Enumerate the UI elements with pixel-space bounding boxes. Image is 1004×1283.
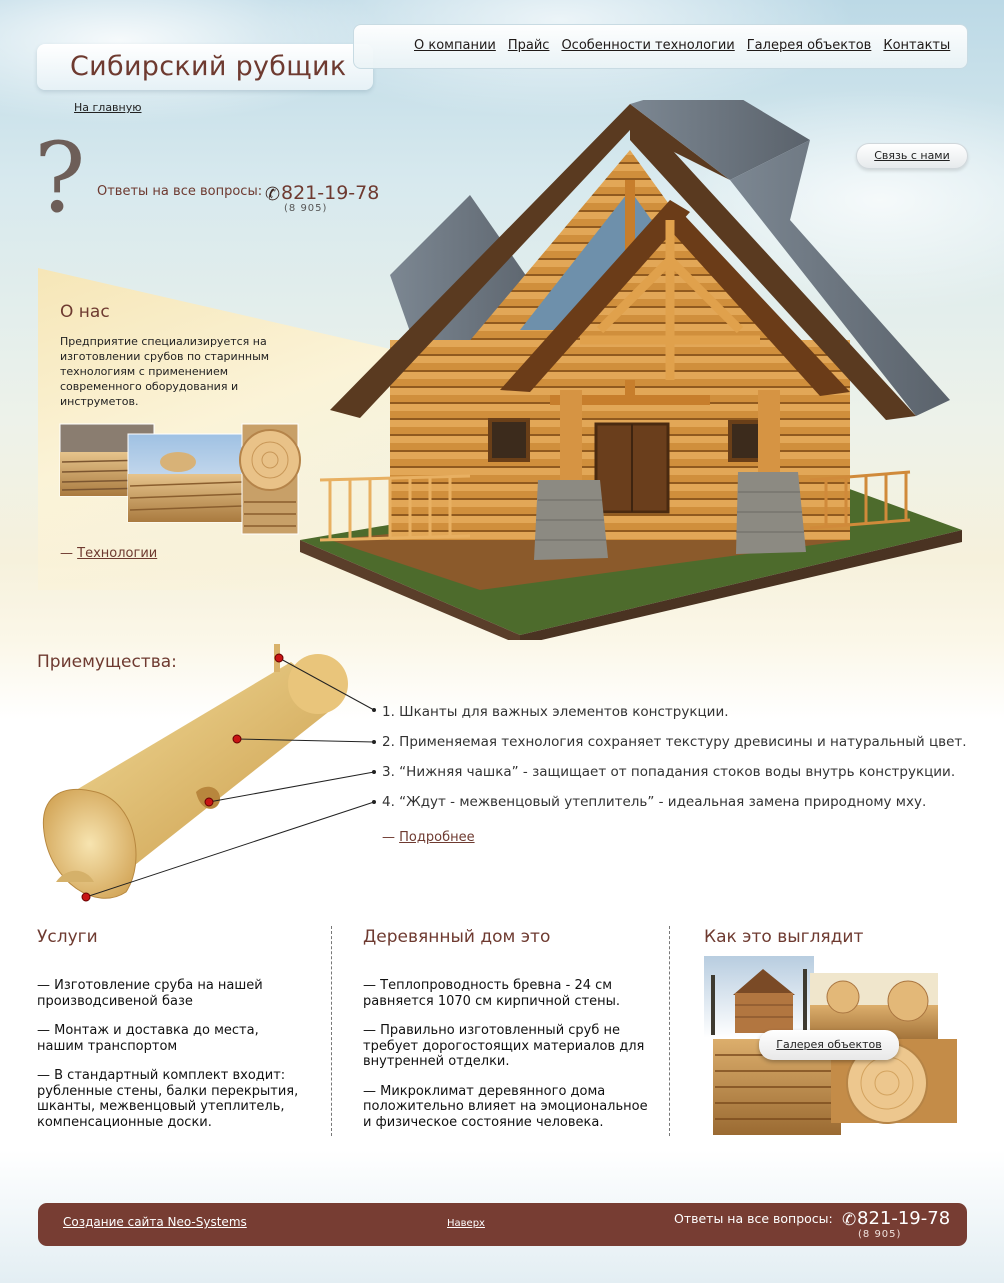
wooden-house-item: — Правильно изготовленный сруб не требуе… [363, 1023, 645, 1069]
column-divider [331, 926, 332, 1136]
about-photo-2[interactable] [127, 433, 245, 523]
services-title: Услуги [37, 927, 98, 947]
gallery-button[interactable]: Галерея объектов [759, 1030, 899, 1060]
services-list: — Изготовление сруба на нашей производси… [37, 978, 307, 1144]
question-mark-icon: ? [34, 122, 86, 234]
column-divider [669, 926, 670, 1136]
phone-icon: ✆ [265, 184, 281, 205]
link-dash: — [382, 830, 395, 845]
home-link[interactable]: На главную [74, 101, 142, 114]
back-to-top-link[interactable]: Наверх [447, 1218, 485, 1229]
answers-label: Ответы на все вопросы: [97, 184, 263, 199]
wooden-house-item: — Микроклимат деревянного дома положител… [363, 1083, 648, 1130]
technology-link-wrap: — Технологии [60, 546, 157, 561]
log-house-image [300, 100, 962, 640]
advantages-list: 1. Шканты для важных элементов конструкц… [382, 703, 967, 823]
wooden-house-title: Деревянный дом это [363, 927, 551, 947]
about-title: О нас [60, 302, 110, 322]
advantage-item: 3. “Нижняя чашка” - защищает от попадани… [382, 764, 956, 780]
nav-technology[interactable]: Особенности технологии [561, 38, 734, 53]
nav-gallery[interactable]: Галерея объектов [747, 38, 872, 53]
more-link-wrap: — Подробнее [382, 830, 475, 845]
top-nav: О компании Прайс Особенности технологии … [414, 38, 950, 53]
advantage-item: 1. Шканты для важных элементов конструкц… [382, 704, 729, 720]
phone-icon: ✆ [842, 1210, 857, 1230]
site-logo[interactable]: Сибирский рубщик [70, 51, 346, 82]
technology-link[interactable]: Технологии [77, 546, 157, 561]
marker-insulation [81, 892, 91, 902]
looks-title: Как это выглядит [704, 927, 864, 947]
advantage-item: 4. “Ждут - межвенцовый утеплитель” - иде… [382, 794, 927, 810]
marker-cup [204, 797, 214, 807]
link-dash: — [60, 546, 73, 561]
marker-texture [232, 734, 242, 744]
services-item: — В стандартный комплект входит: рубленн… [37, 1068, 299, 1130]
footer-answers-label: Ответы на все вопросы: [674, 1211, 833, 1226]
footer-phone-number: 821-19-78 [857, 1208, 951, 1229]
advantage-item: 2. Применяемая технология сохраняет текс… [382, 734, 967, 750]
more-link[interactable]: Подробнее [399, 830, 474, 845]
services-item: — Изготовление сруба на нашей производси… [37, 978, 263, 1009]
log-diagram [42, 644, 376, 902]
wooden-house-item: — Теплопроводность бревна - 24 см равняе… [363, 978, 621, 1009]
wooden-house-list: — Теплопроводность бревна - 24 см равняе… [363, 978, 648, 1144]
marker-dowel [274, 653, 284, 663]
footer-phone-code: (8 905) [858, 1229, 902, 1240]
nav-price[interactable]: Прайс [508, 38, 550, 53]
about-photos [59, 423, 301, 535]
gallery-photo-1[interactable] [704, 956, 814, 1038]
site-credit-link[interactable]: Создание сайта Neo-Systems [63, 1215, 247, 1229]
services-item: — Монтаж и доставка до места, нашим тран… [37, 1023, 259, 1054]
about-text: Предприятие специализируется на изготовл… [60, 335, 270, 408]
nav-about[interactable]: О компании [414, 38, 496, 53]
nav-contacts[interactable]: Контакты [883, 38, 950, 53]
